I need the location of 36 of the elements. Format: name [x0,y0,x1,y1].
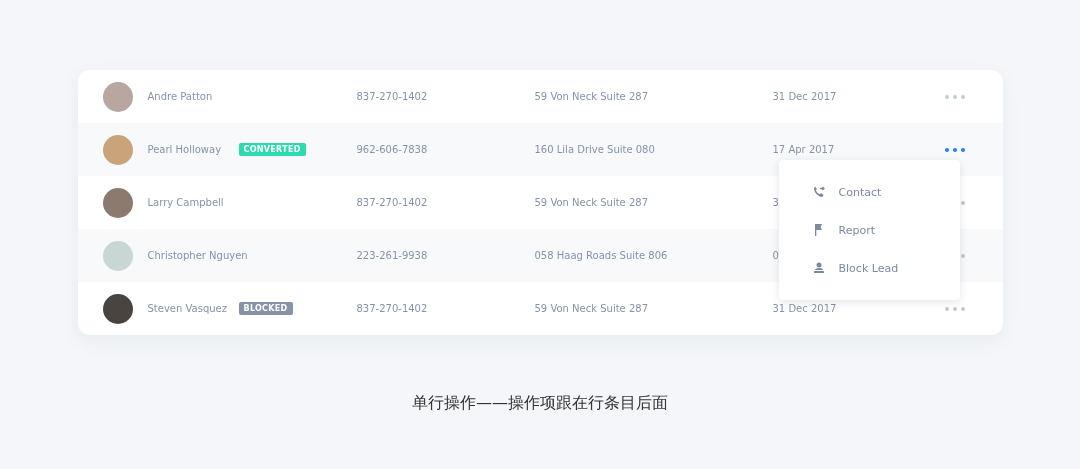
avatar-photo [102,81,133,112]
avatar-photo [102,240,133,271]
phone-number: 223-261-9938 [356,250,429,261]
menu-label: Report [838,223,875,237]
date: 0 [772,250,780,261]
caption: 单行操作——操作项跟在行条目后面 [412,393,668,414]
person-icon [811,261,826,275]
address: 59 Von Neck Suite 287 [534,303,649,314]
avatar-photo [102,187,133,218]
lead-name: Larry Campbell [147,197,225,208]
lead-name: Pearl Holloway [147,144,223,155]
address: 058 Haag Roads Suite 806 [534,250,669,261]
phone-icon [811,185,826,199]
menu-label: Block Lead [838,261,899,275]
avatar-photo [102,134,133,165]
menu-label: Contact [838,185,882,199]
avatar-photo [102,293,133,324]
status-badge: CONVERTED [238,143,306,156]
phone-number: 837-270-1402 [356,197,429,208]
date: 31 Dec 2017 [772,91,838,102]
menu-item[interactable]: Block Lead [811,261,960,275]
phone-number: 837-270-1402 [356,91,429,102]
address: 160 Lila Drive Suite 080 [534,144,656,155]
menu-item[interactable]: Contact [811,185,960,199]
lead-name: Steven Vasquez [147,303,228,314]
lead-name: Andre Patton [147,91,214,102]
date: 17 Apr 2017 [772,144,836,155]
lead-name: Christopher Nguyen [147,250,248,261]
phone-number: 962-606-7838 [356,144,429,155]
menu-item[interactable]: Report [811,223,960,237]
phone-number: 837-270-1402 [356,303,429,314]
address: 59 Von Neck Suite 287 [534,197,649,208]
address: 59 Von Neck Suite 287 [534,91,649,102]
status-badge: BLOCKED [238,302,293,315]
date: 31 Dec 2017 [772,303,838,314]
date: 3 [772,197,780,208]
